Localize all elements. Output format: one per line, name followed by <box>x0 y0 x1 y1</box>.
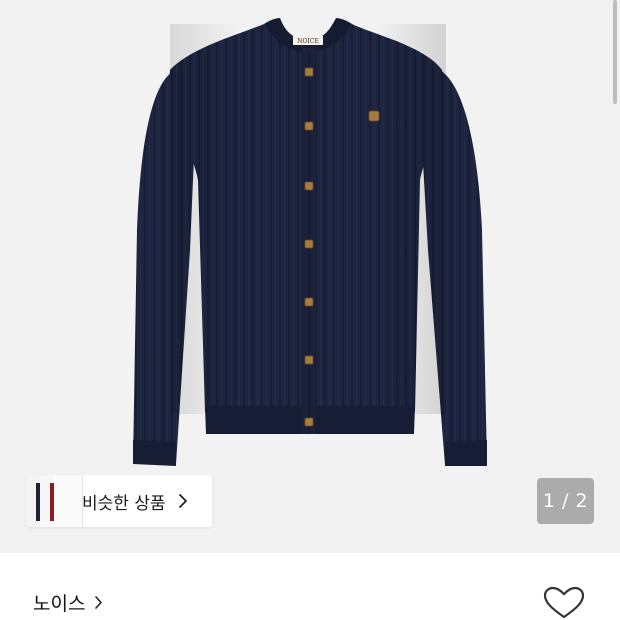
brand-name: 노이스 <box>33 592 86 615</box>
image-counter: 1 / 2 <box>537 478 594 524</box>
scrollbar-thumb[interactable] <box>613 0 617 104</box>
product-image: NOICE <box>133 18 487 466</box>
chevron-right-icon <box>178 493 188 509</box>
similar-products-thumbnails <box>26 475 83 527</box>
similar-products-label: 비슷한 상품 <box>82 493 166 514</box>
product-detail-page: NOICE 비슷한 상품 1 / 2 노이스 <box>0 0 620 620</box>
wishlist-heart-icon[interactable] <box>543 586 585 620</box>
product-image-gallery[interactable]: NOICE 비슷한 상품 1 / 2 <box>0 0 620 553</box>
neck-label-text: NOICE <box>297 38 319 45</box>
chevron-right-icon <box>94 595 103 610</box>
similar-thumbnail <box>54 475 83 527</box>
similar-products-button[interactable]: 비슷한 상품 <box>26 475 212 527</box>
brand-link[interactable]: 노이스 <box>33 585 103 619</box>
